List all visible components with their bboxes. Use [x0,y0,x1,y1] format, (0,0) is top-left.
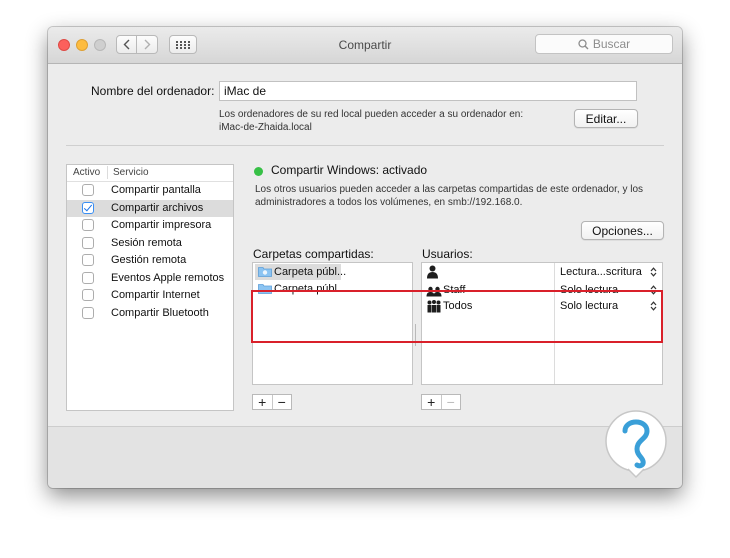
service-label: Gestión remota [111,254,187,266]
section-divider [66,145,664,146]
service-label: Compartir Bluetooth [111,306,209,319]
status-desc-line: Los otros usuarios pueden acceder a las … [255,184,644,195]
preferences-window: Compartir Buscar Nombre del ordenador: i… [48,27,682,488]
service-row-screen-sharing[interactable]: Compartir pantalla [67,182,233,199]
bottom-bar [48,426,682,488]
question-logo-icon [605,410,667,479]
table-row[interactable]: Todos Solo lectura [422,298,662,315]
users-list[interactable]: Lectura...scritura Staff Solo lectura To… [421,262,663,385]
local-hostname: iMac-de-Zhaida.local [219,122,312,133]
updown-arrows-icon[interactable] [650,284,657,295]
options-button[interactable]: Opciones... [581,221,664,240]
computer-name-field[interactable]: iMac de [219,81,637,101]
list-item[interactable]: Carpeta públ... [255,264,346,280]
column-separator [107,166,108,179]
shared-folders-label: Carpetas compartidas: [253,247,374,261]
folder-add-remove-control: + − [252,394,292,410]
service-checkbox[interactable] [82,306,94,319]
computer-name-description: Los ordenadores de su red local pueden a… [219,108,579,134]
service-row-remote-login[interactable]: Sesión remota [67,235,233,252]
table-row[interactable]: Lectura...scritura [422,264,662,281]
remove-folder-button[interactable]: − [271,395,292,409]
list-splitter[interactable] [412,262,419,385]
user-name: Staff [443,283,466,296]
computer-desc-line: Los ordenadores de su red local pueden a… [219,109,524,120]
edit-button[interactable]: Editar... [574,109,638,128]
service-label: Compartir Internet [111,289,200,301]
status-indicator [254,167,263,176]
user-add-remove-control: + − [421,394,461,410]
permission-popup[interactable]: Lectura...scritura [560,266,642,278]
service-label: Compartir pantalla [111,184,201,196]
service-row-remote-apple-events[interactable]: Eventos Apple remotos [67,270,233,287]
everyone-icon [427,300,441,313]
service-row-bluetooth-sharing[interactable]: Compartir Bluetooth [67,305,233,322]
service-row-file-sharing[interactable]: Compartir archivos [67,199,233,217]
sharing-pane: Nombre del ordenador: iMac de Los ordena… [48,64,682,488]
service-checkbox[interactable] [82,201,94,214]
service-row-internet-sharing[interactable]: Compartir Internet [67,287,233,304]
permission-popup[interactable]: Solo lectura [560,300,618,312]
person-icon [427,265,438,279]
permission-popup[interactable]: Solo lectura [560,284,618,296]
status-description: Los otros usuarios pueden acceder a las … [255,183,665,209]
service-row-remote-management[interactable]: Gestión remota [67,252,233,269]
user-name: Todos [443,300,473,312]
group-icon [426,286,442,296]
search-icon [578,38,589,49]
active-column-header[interactable]: Activo [73,167,100,178]
status-desc-line: administradores a todos los volúmenes, e… [255,197,523,208]
service-checkbox[interactable] [82,219,94,231]
updown-arrows-icon[interactable] [650,301,657,311]
status-title: Compartir Windows: activado [271,163,428,177]
public-folder-icon [258,267,272,277]
remove-user-button[interactable]: − [440,395,461,409]
service-checkbox[interactable] [82,289,94,301]
service-list: Activo Servicio Compartir pantalla Compa… [66,164,234,411]
add-user-button[interactable]: + [422,395,441,409]
service-label: Eventos Apple remotos [111,271,225,284]
service-column-header[interactable]: Servicio [113,167,149,178]
service-list-header: Activo Servicio [67,165,233,182]
service-label: Compartir archivos [111,201,204,214]
service-checkbox[interactable] [82,271,94,284]
folder-name: Carpeta públ... [274,283,347,295]
updown-arrows-icon[interactable] [650,267,657,277]
computer-name-label: Nombre del ordenador: [91,84,215,98]
users-label: Usuarios: [422,247,473,261]
service-label: Sesión remota [111,236,182,249]
folder-name: Carpeta públ... [274,266,347,278]
folder-icon [258,284,272,294]
add-folder-button[interactable]: + [253,395,272,409]
search-placeholder: Buscar [592,37,631,51]
search-input[interactable]: Buscar [535,34,673,54]
table-row[interactable]: Staff Solo lectura [422,282,662,299]
shared-folders-list[interactable]: Carpeta públ... Carpeta públ... [252,262,413,385]
service-row-printer-sharing[interactable]: Compartir impresora [67,217,233,234]
list-item[interactable]: Carpeta públ... [255,281,347,297]
title-bar: Compartir Buscar [48,27,682,64]
service-checkbox[interactable] [82,236,94,249]
service-checkbox[interactable] [82,254,94,266]
service-label: Compartir impresora [111,219,212,231]
service-checkbox[interactable] [82,184,94,196]
